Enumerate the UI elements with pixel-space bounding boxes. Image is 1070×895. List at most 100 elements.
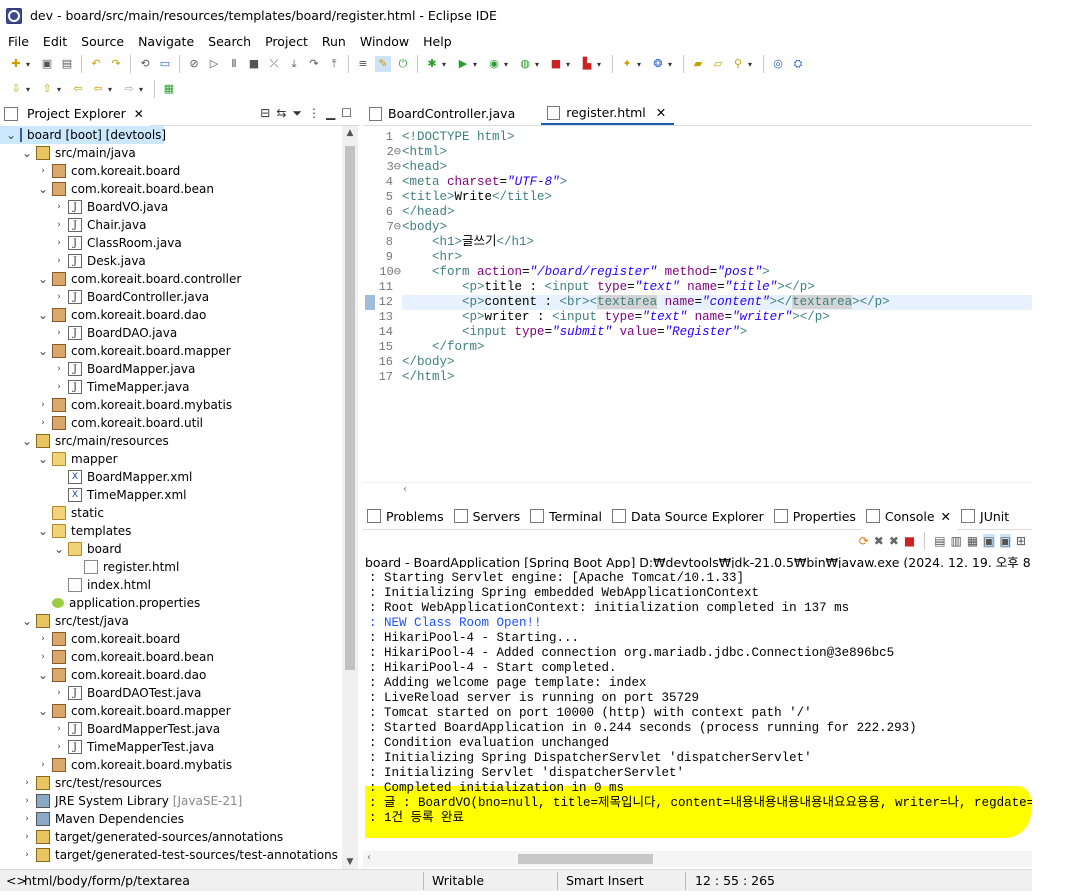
close-icon[interactable]: ✕ xyxy=(656,105,666,120)
chevron-right-icon[interactable]: › xyxy=(38,652,48,662)
scroll-down-icon[interactable]: ▼ xyxy=(342,857,358,867)
tree-item[interactable]: › com.koreait.board.util xyxy=(0,414,340,432)
pin-console-icon[interactable]: ⊞ xyxy=(1016,534,1026,548)
remove-all-terminated-icon[interactable]: ✖ xyxy=(889,534,899,548)
code-line[interactable]: </html> xyxy=(402,370,1032,385)
menu-navigate[interactable]: Navigate xyxy=(131,34,201,49)
chevron-right-icon[interactable]: › xyxy=(22,796,32,806)
tree-item[interactable]: ⌄ com.koreait.board.dao xyxy=(0,666,340,684)
tree-item[interactable]: ⌄ src/main/java xyxy=(0,144,340,162)
tree-item[interactable]: › target/generated-sources/annotations xyxy=(0,828,340,846)
tree-item[interactable]: › com.koreait.board.mybatis xyxy=(0,756,340,774)
tree-item[interactable]: index.html xyxy=(0,576,340,594)
chevron-right-icon[interactable]: › xyxy=(54,382,64,392)
new-icon[interactable]: ✚ xyxy=(8,56,24,72)
previous-annotation-icon[interactable]: ⇧ xyxy=(39,81,55,97)
redo-icon[interactable]: ↷ xyxy=(108,56,124,72)
chevron-down-icon[interactable]: ⌄ xyxy=(54,542,64,556)
chevron-right-icon[interactable]: › xyxy=(22,814,32,824)
toggle-highlight-icon[interactable]: ✎ xyxy=(375,56,391,72)
menu-window[interactable]: Window xyxy=(353,34,416,49)
tree-item[interactable]: ⌄ com.koreait.board.mapper xyxy=(0,342,340,360)
chevron-right-icon[interactable]: › xyxy=(54,742,64,752)
tree-item[interactable]: › J BoardDAO.java xyxy=(0,324,340,342)
search-dropdown-icon[interactable]: ▾ xyxy=(748,60,756,69)
code-line[interactable]: </head> xyxy=(402,205,1032,220)
forward-dropdown-icon[interactable]: ▾ xyxy=(139,85,147,94)
chevron-right-icon[interactable]: › xyxy=(22,832,32,842)
tree-item[interactable]: static xyxy=(0,504,340,522)
step-over-icon[interactable]: ↷ xyxy=(306,56,322,72)
code-line[interactable]: </body> xyxy=(402,355,1032,370)
chevron-right-icon[interactable]: › xyxy=(54,202,64,212)
run-dropdown-icon[interactable]: ▾ xyxy=(473,60,481,69)
tree-item[interactable]: › J BoardMapper.java xyxy=(0,360,340,378)
tab-data-source-explorer[interactable]: Data Source Explorer xyxy=(608,503,770,530)
editor-tab[interactable]: register.html ✕ xyxy=(541,102,675,125)
open-perspective-icon[interactable]: ⛭ xyxy=(790,56,806,72)
tree-item[interactable]: › Maven Dependencies xyxy=(0,810,340,828)
scrollbar-thumb[interactable] xyxy=(518,854,653,864)
tree-item[interactable]: › com.koreait.board xyxy=(0,162,340,180)
word-wrap-icon[interactable]: ▦ xyxy=(967,534,978,548)
run-coverage-icon[interactable]: ◉ xyxy=(486,56,502,72)
previous-annotation-dropdown-icon[interactable]: ▾ xyxy=(57,85,65,94)
insert-mode[interactable]: Smart Insert xyxy=(566,873,644,888)
tree-item[interactable]: ⌄ templates xyxy=(0,522,340,540)
console-output[interactable]: : Starting Servlet engine: [Apache Tomca… xyxy=(365,569,1032,851)
chevron-down-icon[interactable]: ⌄ xyxy=(38,524,48,538)
collapse-all-icon[interactable]: ⊟ xyxy=(260,106,270,121)
step-into-icon[interactable]: ⤓ xyxy=(286,56,302,72)
chevron-right-icon[interactable]: › xyxy=(54,292,64,302)
menu-edit[interactable]: Edit xyxy=(36,34,74,49)
chevron-right-icon[interactable]: › xyxy=(54,688,64,698)
code-line[interactable]: <form action="/board/register" method="p… xyxy=(402,265,1032,280)
scrollbar-thumb[interactable] xyxy=(345,146,355,670)
undo-icon[interactable]: ↶ xyxy=(88,56,104,72)
back-icon[interactable]: ⇦ xyxy=(90,81,106,97)
run-icon[interactable]: ▶ xyxy=(455,56,471,72)
external-tools-icon[interactable]: ◍ xyxy=(517,56,533,72)
chevron-right-icon[interactable]: › xyxy=(54,220,64,230)
close-icon[interactable]: ✕ xyxy=(941,509,951,524)
relaunch-icon[interactable]: ▙ xyxy=(579,56,595,72)
chevron-down-icon[interactable]: ⌄ xyxy=(22,146,32,160)
spring-starters-dropdown-icon[interactable]: ▾ xyxy=(668,60,676,69)
tree-item[interactable]: › J Desk.java xyxy=(0,252,340,270)
tab-problems[interactable]: Problems xyxy=(363,503,450,530)
chevron-down-icon[interactable]: ⌄ xyxy=(22,614,32,628)
tree-item[interactable]: › J TimeMapperTest.java xyxy=(0,738,340,756)
chevron-right-icon[interactable]: › xyxy=(54,238,64,248)
toggle-mark-occurrences-icon[interactable]: ≡ xyxy=(355,56,371,72)
chevron-down-icon[interactable]: ⌄ xyxy=(38,344,48,358)
spring-boot-icon[interactable]: ⏻ xyxy=(395,56,411,72)
code-line[interactable]: <p>writer : <input type="text" name="wri… xyxy=(402,310,1032,325)
link-with-editor-icon[interactable]: ⇆ xyxy=(276,106,286,121)
code-line[interactable]: <title>Write</title> xyxy=(402,190,1032,205)
relaunch-dropdown-icon[interactable]: ▾ xyxy=(597,60,605,69)
chevron-down-icon[interactable]: ⌄ xyxy=(38,308,48,322)
scroll-left-icon[interactable]: ‹ xyxy=(367,852,371,863)
resume-icon[interactable]: ▷ xyxy=(206,56,222,72)
project-explorer-tab[interactable]: Project Explorer ✕ xyxy=(0,101,150,126)
code-line[interactable]: <head> xyxy=(402,160,1032,175)
open-folder-icon[interactable]: ▱ xyxy=(710,56,726,72)
chevron-down-icon[interactable]: ⌄ xyxy=(38,182,48,196)
scroll-up-icon[interactable]: ▲ xyxy=(342,128,358,138)
chevron-right-icon[interactable]: › xyxy=(22,778,32,788)
tree-item[interactable]: › J BoardMapperTest.java xyxy=(0,720,340,738)
console-view-icon[interactable]: ▭ xyxy=(157,56,173,72)
tree-item[interactable]: › J BoardVO.java xyxy=(0,198,340,216)
web-browser-icon[interactable]: ◎ xyxy=(770,56,786,72)
external-tools-dropdown-icon[interactable]: ▾ xyxy=(535,60,543,69)
code-line[interactable]: <input type="submit" value="Register"> xyxy=(402,325,1032,340)
chevron-right-icon[interactable]: › xyxy=(22,850,32,860)
tree-item[interactable]: › J TimeMapper.java xyxy=(0,378,340,396)
new-wizard-dropdown-icon[interactable]: ▾ xyxy=(637,60,645,69)
code-view[interactable]: <!DOCTYPE html> <html> <head> <meta charset… xyxy=(402,127,1032,482)
tree-item[interactable]: › J BoardController.java xyxy=(0,288,340,306)
chevron-down-icon[interactable]: ⌄ xyxy=(38,452,48,466)
chevron-right-icon[interactable]: › xyxy=(54,328,64,338)
tree-item[interactable]: ⌄ board xyxy=(0,540,340,558)
chevron-right-icon[interactable]: › xyxy=(38,634,48,644)
